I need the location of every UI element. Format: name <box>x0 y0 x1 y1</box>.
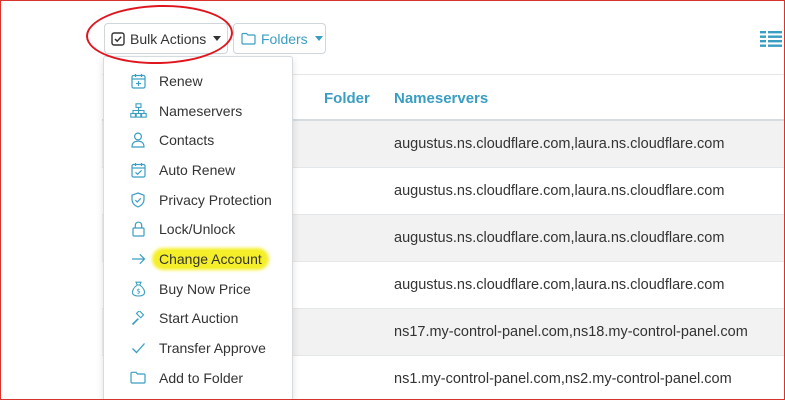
money-bag-icon: $ <box>129 280 147 298</box>
menu-item-start-auction[interactable]: Start Auction <box>104 304 292 334</box>
nameservers-cell: augustus.ns.cloudflare.com,laura.ns.clou… <box>394 183 725 199</box>
menu-item-label: Start Auction <box>159 310 239 327</box>
folders-label: Folders <box>261 30 308 47</box>
user-icon <box>129 131 147 149</box>
menu-item-renew[interactable]: Renew <box>104 66 292 96</box>
menu-item-label: Add to Folder <box>159 369 244 386</box>
menu-item-add-to-folder[interactable]: Add to Folder <box>104 363 292 393</box>
menu-item-label: Auto Renew <box>159 161 236 178</box>
menu-item-auto-renew[interactable]: Auto Renew <box>104 155 292 185</box>
chevron-down-icon <box>314 36 323 41</box>
column-header-nameservers[interactable]: Nameservers <box>394 90 488 107</box>
lock-icon <box>129 220 147 238</box>
menu-item-nameservers[interactable]: Nameservers <box>104 96 292 126</box>
checkbox-icon <box>111 31 125 46</box>
menu-item-transfer-approve[interactable]: Transfer Approve <box>104 333 292 363</box>
menu-item-label: Buy Now Price <box>159 280 251 297</box>
shield-icon <box>129 191 147 209</box>
menu-item-buy-now-price[interactable]: $ Buy Now Price <box>104 274 292 304</box>
nameservers-cell: augustus.ns.cloudflare.com,laura.ns.clou… <box>394 136 725 152</box>
folder-icon <box>129 369 147 387</box>
menu-item-change-account[interactable]: Change Account <box>104 244 292 274</box>
calendar-check-icon <box>129 161 147 179</box>
check-icon <box>129 339 147 357</box>
menu-item-label: Lock/Unlock <box>159 221 236 238</box>
nameservers-cell: augustus.ns.cloudflare.com,laura.ns.clou… <box>394 277 725 293</box>
chevron-down-icon <box>213 36 222 41</box>
nameservers-cell: ns17.my-control-panel.com,ns18.my-contro… <box>394 324 748 340</box>
menu-item-lock-unlock[interactable]: Lock/Unlock <box>104 214 292 244</box>
nameservers-cell: augustus.ns.cloudflare.com,laura.ns.clou… <box>394 230 725 246</box>
calendar-plus-icon <box>129 72 147 90</box>
menu-item-contacts[interactable]: Contacts <box>104 125 292 155</box>
menu-item-label-wrapper: Change Account <box>154 249 267 268</box>
column-header-folder[interactable]: Folder <box>324 90 370 107</box>
menu-item-label: Renew <box>159 72 203 89</box>
menu-item-label: Contacts <box>159 132 215 149</box>
gavel-icon <box>129 309 147 327</box>
highlighted-label: Change Account <box>154 249 267 268</box>
menu-item-label: Transfer Approve <box>159 340 266 357</box>
folder-icon <box>241 32 256 45</box>
sitemap-icon <box>129 102 147 120</box>
arrow-right-icon <box>129 250 147 268</box>
list-view-icon <box>760 31 782 47</box>
list-view-toggle[interactable] <box>760 31 782 47</box>
nameservers-cell: ns1.my-control-panel.com,ns2.my-control-… <box>394 371 732 387</box>
menu-item-label: Privacy Protection <box>159 191 272 208</box>
bulk-actions-label: Bulk Actions <box>130 30 207 47</box>
menu-item-label: Nameservers <box>159 102 243 119</box>
menu-item-privacy-protection[interactable]: Privacy Protection <box>104 185 292 215</box>
folders-button[interactable]: Folders <box>233 23 326 54</box>
bulk-actions-button[interactable]: Bulk Actions <box>104 23 228 54</box>
bulk-actions-menu: Renew Nameservers Contacts Auto Renew Pr… <box>103 56 293 400</box>
svg-text:$: $ <box>136 287 140 295</box>
